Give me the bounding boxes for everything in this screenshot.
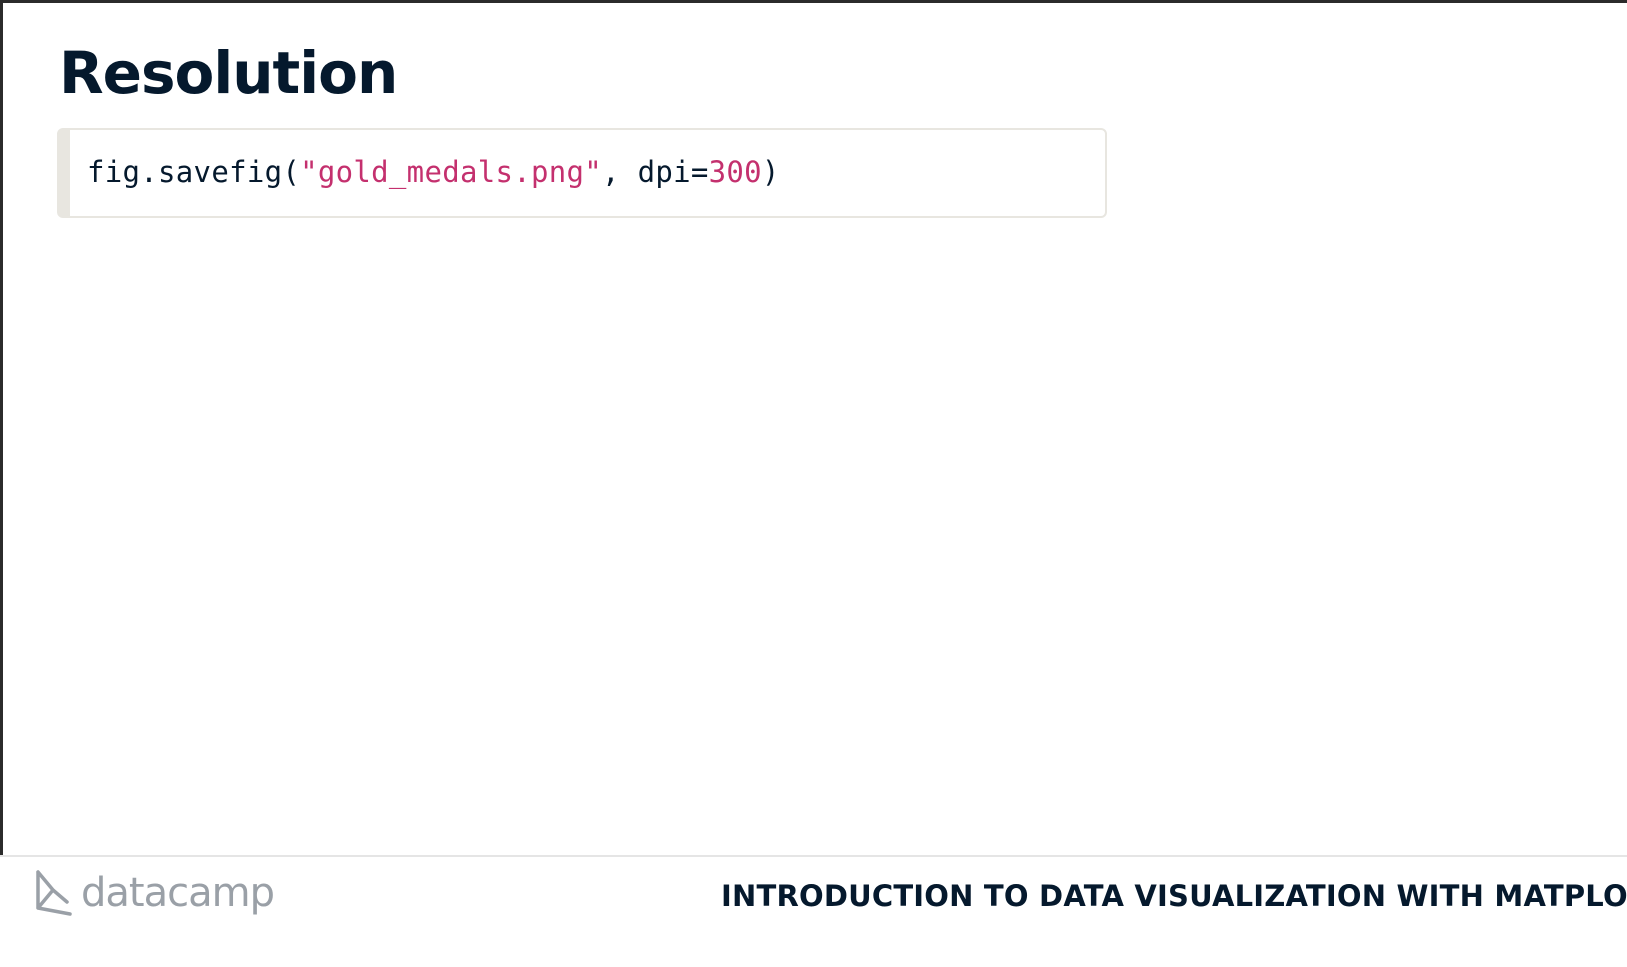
- code-token-number: 300: [708, 155, 762, 189]
- code-token-argument: , dpi=: [602, 155, 709, 189]
- logo-wordmark: datacamp: [81, 870, 275, 916]
- code-token-string: "gold_medals.png": [300, 155, 603, 189]
- code-token-function-call: fig.savefig(: [87, 155, 301, 189]
- course-title: INTRODUCTION TO DATA VISUALIZATION WITH …: [721, 879, 1627, 913]
- slide: Resolution fig.savefig("gold_medals.png"…: [0, 0, 1627, 965]
- code-token-close-paren: ): [761, 155, 780, 189]
- code-block: fig.savefig("gold_medals.png", dpi=300): [57, 128, 1107, 218]
- page-title: Resolution: [59, 39, 398, 107]
- code-line: fig.savefig("gold_medals.png", dpi=300): [87, 155, 780, 189]
- datacamp-logo-icon: [36, 870, 72, 916]
- datacamp-logo: datacamp: [33, 868, 275, 918]
- footer: datacamp INTRODUCTION TO DATA VISUALIZAT…: [0, 855, 1627, 967]
